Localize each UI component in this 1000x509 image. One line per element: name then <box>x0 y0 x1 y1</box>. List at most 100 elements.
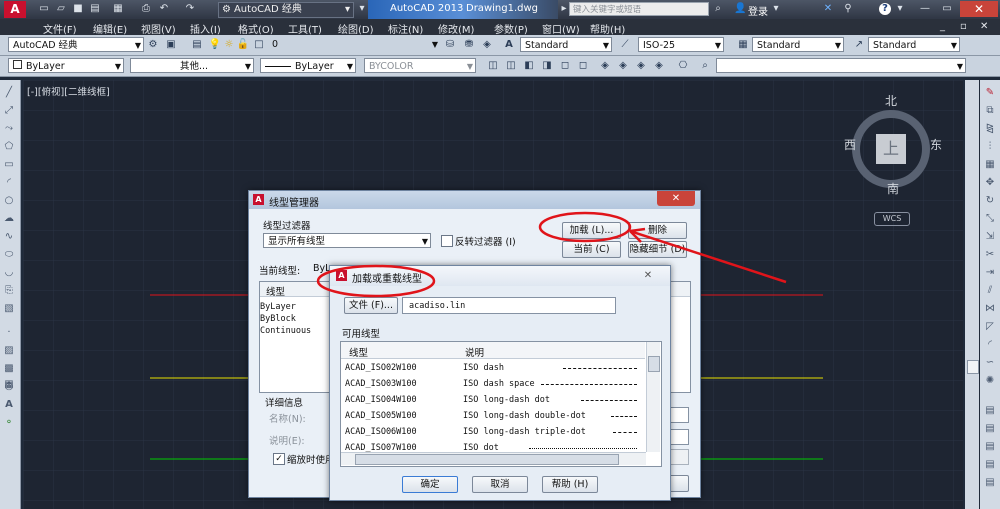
layer-previous-icon[interactable]: ⛃ <box>462 38 476 52</box>
draworder-back-icon[interactable]: ▤ <box>983 440 997 454</box>
copy-icon[interactable]: ⧉ <box>983 104 997 118</box>
point-icon[interactable]: · <box>2 326 16 340</box>
open-file-icon[interactable]: ▱ <box>55 3 67 15</box>
viewcube[interactable]: 上 北 南 西 东 WCS <box>844 94 943 230</box>
layer-combo[interactable]: 0 ▼ <box>268 37 440 52</box>
rectangle-icon[interactable]: ▭ <box>2 158 16 172</box>
scrollbar-thumb[interactable] <box>967 360 979 374</box>
gradient-icon[interactable]: ▩ <box>2 362 16 376</box>
rotate-icon[interactable]: ↻ <box>983 194 997 208</box>
explode-icon[interactable]: ✺ <box>983 374 997 388</box>
linetype-row[interactable]: ACAD_ISO02W100 ISO dash <box>341 360 643 376</box>
linetype-row[interactable]: ACAD_ISO06W100 ISO long-dash triple-dot <box>341 424 643 440</box>
menu-view[interactable]: 视图(V) <box>141 21 176 36</box>
scale-icon[interactable]: ⤡ <box>983 212 997 226</box>
view-top-icon[interactable]: ◫ <box>486 59 500 73</box>
file-name-field[interactable]: acadiso.lin <box>402 297 616 314</box>
blend-icon[interactable]: ∽ <box>983 356 997 370</box>
mtext-icon[interactable]: A <box>2 398 16 412</box>
linetype-item-continuous[interactable]: Continuous <box>260 326 311 336</box>
wcs-menu[interactable]: WCS <box>874 212 910 226</box>
line-icon[interactable]: ╱ <box>2 86 16 100</box>
chamfer-icon[interactable]: ◸ <box>983 320 997 334</box>
scale-checkbox[interactable]: ✓ <box>273 453 285 465</box>
hatch-icon[interactable]: ▨ <box>2 344 16 358</box>
lineweight-combo[interactable]: ByLayer ▼ <box>260 58 356 73</box>
polyline-icon[interactable]: ⤳ <box>2 122 16 136</box>
linetype-row[interactable]: ACAD_ISO04W100 ISO long-dash dot <box>341 392 643 408</box>
iso-ne-icon[interactable]: ◈ <box>634 59 648 73</box>
compass-east[interactable]: 东 <box>930 136 942 153</box>
viewport-label[interactable]: [-][俯视][二维线框] <box>27 84 110 98</box>
ok-button[interactable]: 确定 <box>402 476 458 493</box>
workspace-save-icon[interactable]: ▣ <box>164 38 178 52</box>
autocad-logo-icon[interactable]: A <box>4 1 26 18</box>
col-desc-header[interactable]: 说明 <box>465 345 484 359</box>
menu-edit[interactable]: 编辑(E) <box>93 21 127 36</box>
dim-style-icon[interactable]: ⟋ <box>618 38 632 52</box>
fillet-icon[interactable]: ◜ <box>983 338 997 352</box>
load-button[interactable]: 加载 (L)... <box>562 222 621 239</box>
lightbulb-icon[interactable]: 💡 <box>208 38 222 52</box>
join-icon[interactable]: ⋈ <box>983 302 997 316</box>
iso-se-icon[interactable]: ◈ <box>616 59 630 73</box>
global-scale-field[interactable] <box>669 407 689 423</box>
list-hscroll-thumb[interactable] <box>355 454 619 465</box>
layer-match-icon[interactable]: ⛁ <box>443 38 457 52</box>
menu-insert[interactable]: 插入(I) <box>190 21 221 36</box>
linetype-column-header[interactable]: 线型 <box>266 284 285 298</box>
workspace-dropdown[interactable]: ⚙ AutoCAD 经典 ▾ <box>218 2 354 18</box>
viewcube-top-face[interactable]: 上 <box>876 134 906 164</box>
draworder-front-icon[interactable]: ▤ <box>983 422 997 436</box>
table-icon[interactable]: ▦ <box>2 378 16 392</box>
compass-west[interactable]: 西 <box>844 136 856 153</box>
view-back-icon[interactable]: ◻ <box>576 59 590 73</box>
menu-help[interactable]: 帮助(H) <box>590 21 625 36</box>
help-button[interactable]: 帮助 (H) <box>542 476 598 493</box>
user-icon[interactable]: 👤 <box>734 3 746 15</box>
list-hscrollbar[interactable] <box>341 452 646 465</box>
revision-cloud-icon[interactable]: ☁ <box>2 212 16 226</box>
extend-icon[interactable]: ⇥ <box>983 266 997 280</box>
menu-modify[interactable]: 修改(M) <box>438 21 474 36</box>
view-front-icon[interactable]: ◻ <box>558 59 572 73</box>
layer-color-icon[interactable]: □ <box>252 38 266 52</box>
workspace-combo[interactable]: AutoCAD 经典 ▼ <box>8 37 144 52</box>
menu-minimize-icon[interactable]: _ <box>940 21 945 32</box>
available-linetypes-list[interactable]: 线型 说明 ACAD_ISO02W100 ISO dash ACAD_ISO03W… <box>340 341 662 467</box>
draworder-icon[interactable]: ▤ <box>983 404 997 418</box>
exchange-icon[interactable]: ✕ <box>822 3 834 15</box>
save-icon[interactable]: ■ <box>72 3 84 15</box>
menu-dimension[interactable]: 标注(N) <box>388 21 423 36</box>
table-style-combo[interactable]: Standard ▼ <box>752 37 844 52</box>
break-icon[interactable]: ⫽ <box>983 284 997 298</box>
quick-access-dropdown-icon[interactable]: ▾ <box>356 3 368 15</box>
construction-line-icon[interactable]: ⤢ <box>2 104 16 118</box>
view-right-icon[interactable]: ◨ <box>540 59 554 73</box>
col-linetype-header[interactable]: 线型 <box>349 345 368 359</box>
trim-icon[interactable]: ✂ <box>983 248 997 262</box>
linetype-item-bylayer[interactable]: ByLayer <box>260 302 296 312</box>
delete-button[interactable]: 删除 <box>628 222 687 239</box>
polygon-icon[interactable]: ⬠ <box>2 140 16 154</box>
plot-icon[interactable]: ▦ <box>112 3 124 15</box>
current-scale-field[interactable] <box>669 429 689 445</box>
color-combo[interactable]: ByLayer ▼ <box>8 58 124 73</box>
ellipse-icon[interactable]: ⬭ <box>2 248 16 262</box>
search-input[interactable]: 键入关键字或短语 <box>569 2 709 16</box>
minimize-icon[interactable]: — <box>916 3 934 15</box>
redo-icon[interactable]: ↷ <box>184 3 196 15</box>
new-file-icon[interactable]: ▭ <box>38 3 50 15</box>
cancel-button[interactable]: 取消 <box>472 476 528 493</box>
menu-tools[interactable]: 工具(T) <box>288 21 322 36</box>
login-dropdown-icon[interactable]: ▾ <box>770 3 782 15</box>
menu-parametric[interactable]: 参数(P) <box>494 21 528 36</box>
linetype-row[interactable]: ACAD_ISO05W100 ISO long-dash double-dot <box>341 408 643 424</box>
login-link[interactable]: 登录 <box>748 3 768 18</box>
insert-block-icon[interactable]: ⎘ <box>2 284 16 298</box>
menu-file[interactable]: 文件(F) <box>43 21 77 36</box>
text-style-combo[interactable]: Standard ▼ <box>520 37 612 52</box>
connect-icon[interactable]: ⚲ <box>842 3 854 15</box>
restore-icon[interactable]: ▭ <box>938 3 956 15</box>
layer-isolate-icon[interactable]: ◈ <box>480 38 494 52</box>
